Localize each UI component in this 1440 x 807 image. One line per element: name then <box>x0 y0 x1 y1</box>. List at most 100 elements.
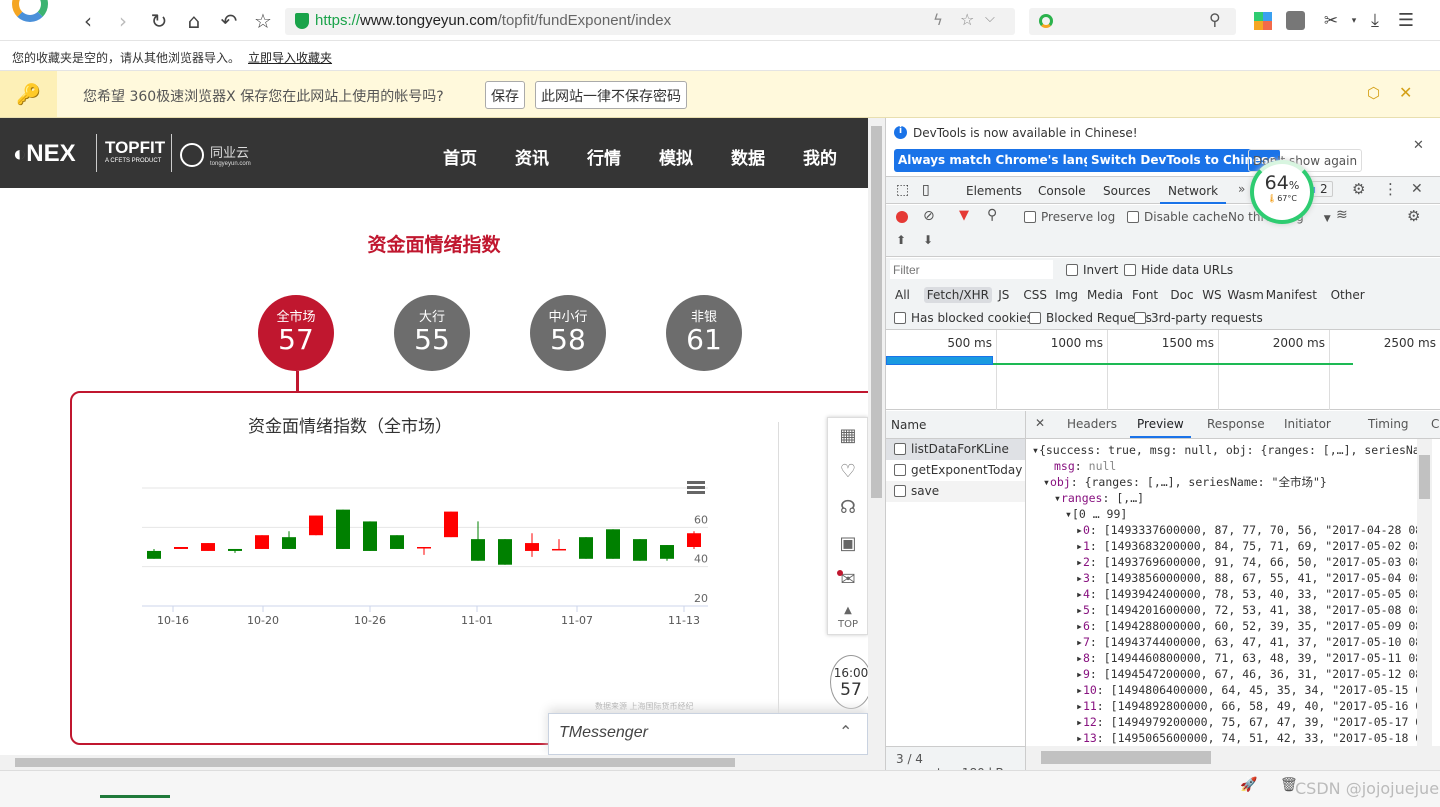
candle[interactable] <box>633 539 647 561</box>
index-tab[interactable]: 中小行 58 <box>530 295 606 371</box>
qrcode-icon[interactable]: ▣ <box>828 526 868 562</box>
type-filter[interactable]: Manifest <box>1263 287 1320 303</box>
candle[interactable] <box>255 535 269 549</box>
more-tabs-icon[interactable]: » <box>1238 182 1245 196</box>
candle[interactable] <box>660 545 674 561</box>
json-row[interactable]: ▸3: [1493856000000, 88, 67, 55, 41, "201… <box>1032 570 1417 586</box>
never-save-button[interactable]: 此网站一律不保存密码 <box>535 81 687 109</box>
json-row[interactable]: ▸5: [1494201600000, 72, 53, 41, 38, "201… <box>1032 602 1417 618</box>
detail-tab[interactable]: Timing <box>1361 417 1416 436</box>
json-row[interactable]: ▸7: [1494374400000, 63, 47, 41, 37, "201… <box>1032 634 1417 650</box>
cpu-monitor-widget[interactable]: 64% 🌡67°C <box>1250 160 1314 224</box>
candle[interactable] <box>336 509 350 549</box>
calculator-icon[interactable]: ▦ <box>828 418 868 454</box>
hide-data-urls-checkbox[interactable]: Hide data URLs <box>1124 263 1233 277</box>
type-filter[interactable]: JS <box>995 287 1012 303</box>
tmessenger-widget[interactable]: TMessenger ⌃ <box>548 713 868 755</box>
invert-checkbox[interactable]: Invert <box>1066 263 1118 277</box>
filter-input[interactable] <box>890 260 1053 279</box>
kebab-menu-icon[interactable]: ⋮ <box>1383 180 1398 198</box>
index-tab[interactable]: 大行 55 <box>394 295 470 371</box>
chart-menu-icon[interactable] <box>687 481 705 494</box>
menu-item[interactable]: 资讯 <box>515 144 549 169</box>
settings-hex-icon[interactable]: ⬡ <box>1367 84 1380 102</box>
type-filter[interactable]: CSS <box>1020 287 1050 303</box>
heart-icon[interactable]: ♡ <box>828 454 868 490</box>
device-toolbar-icon[interactable]: ▯ <box>922 182 930 198</box>
close-notice-icon[interactable]: ✕ <box>1413 138 1424 153</box>
save-password-button[interactable]: 保存 <box>485 81 525 109</box>
menu-item[interactable]: 我的 <box>803 144 837 169</box>
undo-icon[interactable]: ↶ <box>216 8 242 34</box>
reader-icon[interactable] <box>1286 11 1305 30</box>
menu-item[interactable]: 模拟 <box>659 144 693 169</box>
json-row[interactable]: ▸1: [1493683200000, 84, 75, 71, 69, "201… <box>1032 538 1417 554</box>
menu-item[interactable]: 数据 <box>731 144 765 169</box>
menu-item[interactable]: 首页 <box>443 144 477 169</box>
json-row[interactable]: ▸13: [1495065600000, 74, 51, 42, 33, "20… <box>1032 730 1417 746</box>
json-row[interactable]: ▸10: [1494806400000, 64, 45, 35, 34, "20… <box>1032 682 1417 698</box>
type-filter[interactable]: Wasm <box>1224 287 1266 303</box>
headset-icon[interactable]: ☊ <box>828 490 868 526</box>
back-to-top-button[interactable]: ▲ TOP <box>828 598 868 634</box>
json-ranges[interactable]: ▾ranges: [,…] <box>1032 490 1417 506</box>
detail-tab[interactable]: Initiator <box>1277 417 1338 436</box>
import-bookmarks-link[interactable]: 立即导入收藏夹 <box>248 51 332 65</box>
type-filter[interactable]: Media <box>1084 287 1126 303</box>
json-row[interactable]: ▸2: [1493769600000, 91, 74, 66, 50, "201… <box>1032 554 1417 570</box>
lightning-icon[interactable]: ϟ <box>933 11 943 29</box>
type-filter[interactable]: WS <box>1199 287 1224 303</box>
type-filter[interactable]: Doc <box>1167 287 1196 303</box>
json-row[interactable]: ▸12: [1494979200000, 75, 67, 47, 39, "20… <box>1032 714 1417 730</box>
candle[interactable] <box>390 535 404 549</box>
network-conditions-icon[interactable]: ≋ <box>1336 207 1348 223</box>
apps-icon[interactable] <box>1254 12 1272 30</box>
inspect-element-icon[interactable]: ⬚ <box>896 182 909 198</box>
json-group[interactable]: ▾[0 … 99] <box>1032 506 1417 522</box>
disable-cache-checkbox[interactable]: Disable cache <box>1127 210 1228 224</box>
type-filter[interactable]: Other <box>1328 287 1368 303</box>
overview-selection[interactable] <box>886 356 993 365</box>
network-overview[interactable]: 500 ms 1000 ms 1500 ms 2000 ms 2500 ms <box>886 330 1440 410</box>
close-detail-icon[interactable]: ✕ <box>1035 416 1045 430</box>
json-row[interactable]: ▸6: [1494288000000, 60, 52, 39, 35, "201… <box>1032 618 1417 634</box>
candle[interactable] <box>498 539 512 565</box>
candle[interactable] <box>687 531 701 549</box>
search-icon[interactable]: ⚲ <box>987 207 997 223</box>
forward-icon[interactable]: › <box>110 8 136 34</box>
candle[interactable] <box>444 511 458 538</box>
json-row[interactable]: ▸9: [1494547200000, 67, 46, 36, 31, "201… <box>1032 666 1417 682</box>
page-horizontal-scrollbar[interactable] <box>0 755 868 770</box>
candle[interactable] <box>525 533 539 557</box>
menu-item[interactable]: 行情 <box>587 144 621 169</box>
star-icon[interactable]: ☆ <box>250 8 276 34</box>
type-filter[interactable]: Img <box>1052 287 1081 303</box>
devtools-tab[interactable]: Elements <box>966 184 1022 204</box>
third-party-checkbox[interactable]: 3rd-party requests <box>1134 311 1263 325</box>
preserve-log-checkbox[interactable]: Preserve log <box>1024 210 1115 224</box>
chevron-down-icon[interactable]: ⌵ <box>985 11 995 26</box>
detail-tab[interactable]: Headers <box>1060 417 1124 436</box>
detail-tab[interactable]: Preview <box>1130 417 1191 438</box>
candle[interactable] <box>417 547 431 555</box>
candle[interactable] <box>147 548 161 559</box>
name-column-header[interactable]: Name <box>886 411 1026 439</box>
import-har-icon[interactable]: ⬆ <box>896 233 906 247</box>
search-box[interactable]: ⚲ <box>1029 8 1236 35</box>
chevron-up-icon[interactable]: ⌃ <box>839 722 852 741</box>
json-row[interactable]: ▸0: [1493337600000, 87, 77, 70, 56, "201… <box>1032 522 1417 538</box>
export-har-icon[interactable]: ⬇ <box>923 233 933 247</box>
settings-gear-icon[interactable]: ⚙ <box>1352 180 1365 198</box>
candle[interactable] <box>174 547 188 549</box>
index-tab[interactable]: 非银 61 <box>666 295 742 371</box>
rocket-icon[interactable]: 🚀 <box>1240 777 1257 793</box>
mail-icon[interactable]: ✉ <box>828 562 868 598</box>
download-icon[interactable]: ⤓ <box>1362 8 1388 34</box>
record-icon[interactable] <box>896 211 908 223</box>
candle[interactable] <box>228 548 242 553</box>
candle[interactable] <box>606 529 620 559</box>
menu-icon[interactable]: ☰ <box>1393 8 1419 34</box>
home-icon[interactable]: ⌂ <box>181 8 207 34</box>
candle[interactable] <box>363 521 377 551</box>
blocked-cookies-checkbox[interactable]: Has blocked cookies <box>894 311 1033 325</box>
